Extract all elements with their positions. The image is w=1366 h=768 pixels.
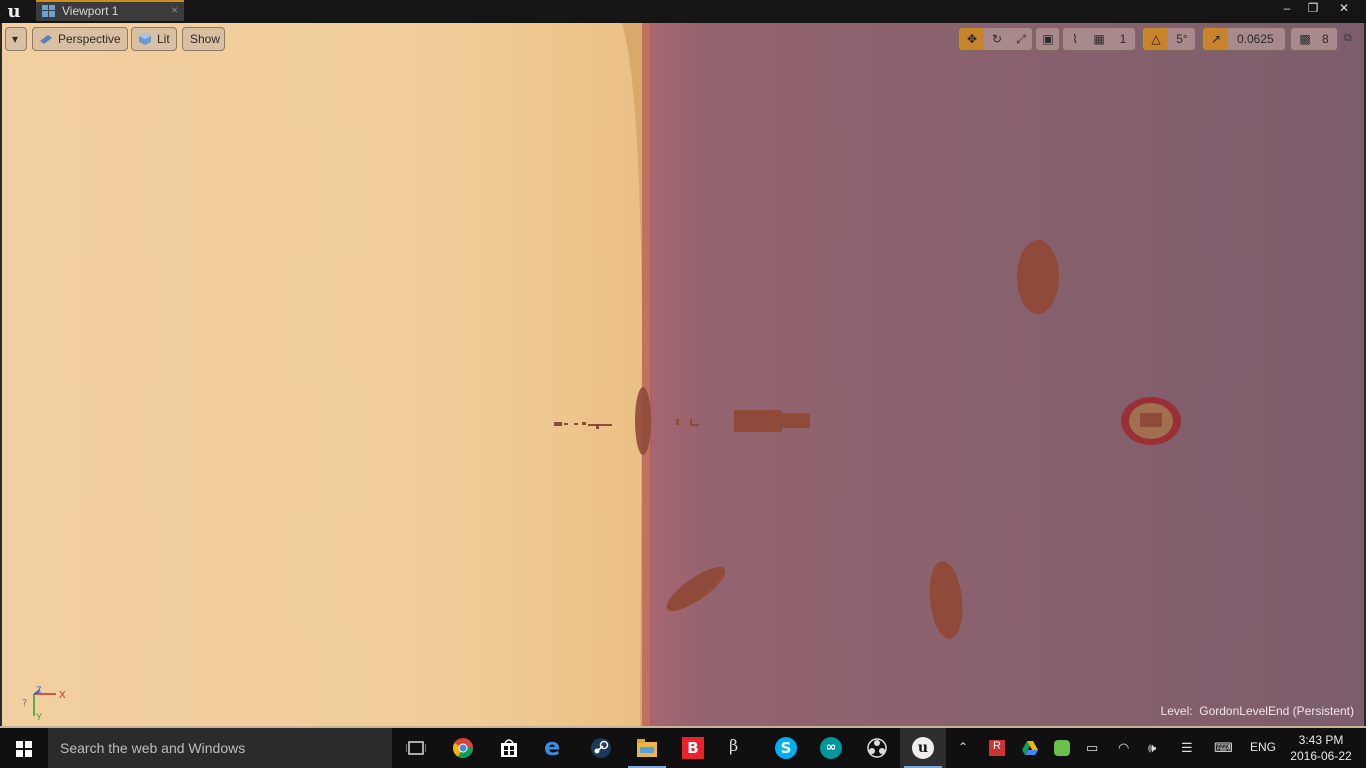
- edge-icon: e: [544, 733, 561, 761]
- unreal-engine-app[interactable]: u: [900, 728, 946, 768]
- axis-x-label: X: [59, 690, 66, 701]
- obs-icon: [867, 738, 887, 758]
- viewport-menu-button[interactable]: ▾: [5, 27, 27, 51]
- camera-speed-value[interactable]: 8: [1322, 28, 1329, 50]
- horizon-line: [642, 23, 652, 726]
- axis-gizmo: ? X Y Z: [22, 686, 66, 722]
- bitdefender-tray-icon[interactable]: R: [989, 740, 1005, 756]
- steam-app[interactable]: [578, 728, 624, 768]
- arduino-icon: ∞: [820, 737, 842, 759]
- sky-right: [650, 23, 1364, 726]
- lit-label: Lit: [157, 32, 170, 46]
- edge-app[interactable]: e: [532, 728, 578, 768]
- scale-snap-value[interactable]: 0.0625: [1237, 28, 1274, 50]
- skype-app[interactable]: S: [762, 728, 808, 768]
- title-bar: u Viewport 1 × – ❐ ✕: [0, 0, 1366, 23]
- scale-snap-group: ↗ 0.0625: [1202, 27, 1286, 51]
- bitdefender-icon: B: [682, 737, 704, 759]
- scale-tool-icon[interactable]: ⤢: [1009, 28, 1033, 50]
- keyboard-icon[interactable]: ⌨: [1214, 740, 1236, 756]
- level-prefix: Level:: [1160, 704, 1193, 718]
- volume-icon[interactable]: 🕪: [1148, 740, 1164, 756]
- surface-snap-icon[interactable]: ⌇: [1063, 28, 1087, 50]
- camera-speed-group: ▩ 8: [1290, 27, 1338, 51]
- windows-logo-icon: [16, 741, 32, 757]
- rotation-snap-icon[interactable]: △: [1144, 28, 1168, 50]
- skype-icon: S: [775, 737, 797, 759]
- tab-close-icon[interactable]: ×: [171, 3, 178, 17]
- clock-date: 2016-06-22: [1290, 749, 1352, 763]
- chrome-app[interactable]: [440, 728, 486, 768]
- viewport-icon: [42, 5, 55, 17]
- obs-app[interactable]: [854, 728, 900, 768]
- tab-label: Viewport 1: [62, 4, 119, 18]
- perspective-button[interactable]: Perspective: [32, 27, 128, 51]
- unreal-engine-icon: u: [912, 737, 934, 759]
- start-button[interactable]: [0, 728, 48, 768]
- level-indicator: Level: GordonLevelEnd (Persistent): [1161, 704, 1354, 718]
- unreal-logo-icon: u: [7, 1, 21, 22]
- task-view-button[interactable]: [393, 728, 439, 768]
- beta-icon: β: [729, 736, 739, 755]
- chevron-down-icon: ▾: [12, 32, 19, 46]
- steam-icon: [591, 738, 611, 758]
- show-hidden-icons-icon[interactable]: ⌃: [958, 740, 974, 756]
- evernote-tray-icon[interactable]: [1054, 740, 1070, 756]
- scale-snap-icon[interactable]: ↗: [1204, 28, 1228, 50]
- arduino-app[interactable]: ∞: [808, 728, 854, 768]
- battery-icon[interactable]: ▭: [1086, 740, 1102, 756]
- lit-cube-icon: [139, 33, 151, 45]
- grid-snap-icon[interactable]: ▦: [1087, 28, 1111, 50]
- store-bag-icon: [501, 739, 517, 757]
- camera-speed-icon[interactable]: ▩: [1293, 28, 1317, 50]
- perspective-label: Perspective: [58, 32, 121, 46]
- chrome-icon: [453, 738, 473, 758]
- search-box[interactable]: Search the web and Windows: [48, 728, 392, 768]
- wifi-icon[interactable]: ◠: [1118, 740, 1134, 756]
- axis-y-label: Y: [36, 712, 42, 722]
- store-app[interactable]: [486, 728, 532, 768]
- search-placeholder: Search the web and Windows: [60, 740, 246, 756]
- google-drive-icon[interactable]: [1022, 740, 1038, 756]
- maximize-viewport-icon[interactable]: ⧉: [1344, 32, 1356, 44]
- task-view-icon: [406, 741, 426, 755]
- bitdefender-app[interactable]: B: [670, 728, 716, 768]
- beta-app[interactable]: β: [716, 728, 762, 768]
- language-indicator[interactable]: ENG: [1250, 740, 1276, 754]
- rotation-snap-group: △ 5°: [1142, 27, 1196, 51]
- folder-icon: [637, 739, 657, 757]
- coordinate-system-group: ▣: [1035, 27, 1060, 51]
- translate-tool-icon[interactable]: ✥: [960, 28, 984, 50]
- svg-text:?: ?: [22, 698, 27, 709]
- show-label: Show: [190, 32, 221, 46]
- windows-taskbar: Search the web and Windows e B β S ∞ u ⌃…: [0, 728, 1366, 768]
- axis-z-label: Z: [36, 686, 42, 695]
- rotate-tool-icon[interactable]: ↻: [985, 28, 1009, 50]
- world-local-cube-icon[interactable]: ▣: [1036, 28, 1060, 50]
- perspective-camera-icon: [40, 35, 52, 44]
- grid-snap-group: ⌇ ▦ 1: [1062, 27, 1136, 51]
- file-explorer-app[interactable]: [624, 728, 670, 768]
- clock-time: 3:43 PM: [1298, 733, 1344, 747]
- show-button[interactable]: Show: [182, 27, 225, 51]
- level-name: GordonLevelEnd (Persistent): [1199, 704, 1354, 718]
- scene-render[interactable]: [2, 23, 1364, 726]
- lit-button[interactable]: Lit: [131, 27, 177, 51]
- transform-tools: ✥ ↻ ⤢: [958, 27, 1033, 51]
- level-viewport[interactable]: ▾ Perspective Lit Show ✥ ↻ ⤢ ▣ ⌇ ▦ 1 △ 5…: [2, 23, 1364, 726]
- clock[interactable]: 3:43 PM 2016-06-22: [1286, 732, 1356, 764]
- grid-snap-value[interactable]: 1: [1111, 28, 1135, 50]
- action-center-icon[interactable]: ☰: [1181, 740, 1197, 756]
- rotation-snap-value[interactable]: 5°: [1170, 28, 1194, 50]
- close-button[interactable]: ✕: [1322, 0, 1366, 16]
- tab-viewport-1[interactable]: Viewport 1 ×: [36, 0, 184, 21]
- sky-left: [2, 23, 642, 726]
